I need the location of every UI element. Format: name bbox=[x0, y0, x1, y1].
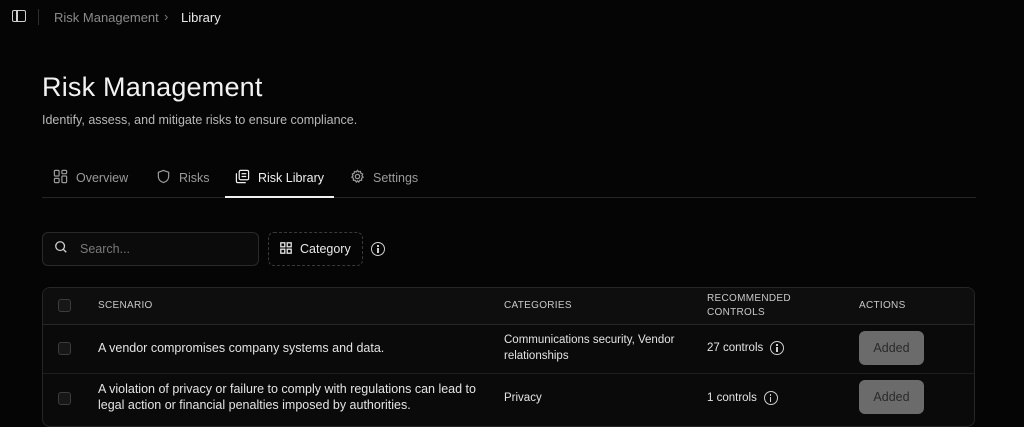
added-button[interactable]: Added bbox=[859, 331, 924, 365]
tab-label: Risks bbox=[179, 171, 210, 185]
categories-text: Communications security, Vendor relation… bbox=[504, 334, 675, 362]
shield-icon bbox=[156, 169, 171, 187]
info-icon[interactable] bbox=[763, 391, 778, 405]
top-bar: Risk Management › Library bbox=[0, 0, 1024, 36]
breadcrumb-library: Library bbox=[181, 10, 221, 25]
tab-label: Risk Library bbox=[258, 171, 324, 185]
sidebar-toggle-icon[interactable] bbox=[12, 10, 26, 22]
search-icon bbox=[43, 240, 68, 259]
select-all-checkbox[interactable] bbox=[58, 299, 71, 312]
column-scenario: SCENARIO bbox=[98, 300, 153, 311]
category-grid-icon bbox=[280, 241, 292, 257]
tab-settings[interactable]: Settings bbox=[350, 160, 418, 196]
risk-library-table: SCENARIO CATEGORIES RECOMMENDED CONTROLS… bbox=[42, 287, 975, 427]
tab-bar: Overview Risks Risk Library Settings bbox=[42, 160, 976, 198]
categories-text: Privacy bbox=[504, 392, 542, 404]
tab-label: Overview bbox=[76, 171, 129, 185]
gear-icon bbox=[350, 169, 365, 187]
divider bbox=[38, 9, 39, 25]
scenario-text: A violation of privacy or failure to com… bbox=[98, 382, 476, 412]
tab-risk-library[interactable]: Risk Library bbox=[225, 160, 334, 198]
table-row: A violation of privacy or failure to com… bbox=[43, 374, 974, 423]
category-label: Category bbox=[300, 242, 351, 256]
recommended-controls: 1 controls bbox=[707, 390, 778, 406]
row-checkbox[interactable] bbox=[58, 342, 71, 355]
controls-count: 27 controls bbox=[707, 342, 764, 354]
breadcrumb-risk-management[interactable]: Risk Management bbox=[54, 10, 159, 25]
added-button[interactable]: Added bbox=[859, 380, 924, 414]
column-recommended-controls: RECOMMENDED CONTROLS bbox=[707, 293, 791, 318]
controls-count: 1 controls bbox=[707, 392, 757, 404]
search-input[interactable] bbox=[78, 241, 252, 257]
column-actions: ACTIONS bbox=[859, 300, 906, 311]
info-icon[interactable] bbox=[371, 242, 385, 256]
scenario-text: A vendor compromises company systems and… bbox=[98, 341, 385, 355]
library-icon bbox=[235, 169, 250, 187]
breadcrumb-separator: › bbox=[164, 9, 169, 24]
category-filter-button[interactable]: Category bbox=[268, 232, 363, 266]
row-checkbox[interactable] bbox=[58, 392, 71, 405]
search-box[interactable] bbox=[42, 232, 259, 266]
recommended-controls: 27 controls bbox=[707, 340, 785, 356]
grid-icon bbox=[53, 169, 68, 187]
tab-label: Settings bbox=[373, 171, 419, 185]
table-row: A vendor compromises company systems and… bbox=[43, 324, 974, 374]
page-subtitle: Identify, assess, and mitigate risks to … bbox=[42, 113, 358, 127]
info-icon[interactable] bbox=[770, 341, 785, 355]
tab-overview[interactable]: Overview bbox=[53, 160, 128, 196]
table-header: SCENARIO CATEGORIES RECOMMENDED CONTROLS… bbox=[43, 288, 974, 325]
page-title: Risk Management bbox=[42, 72, 263, 102]
column-categories: CATEGORIES bbox=[504, 300, 572, 311]
tab-risks[interactable]: Risks bbox=[156, 160, 210, 196]
